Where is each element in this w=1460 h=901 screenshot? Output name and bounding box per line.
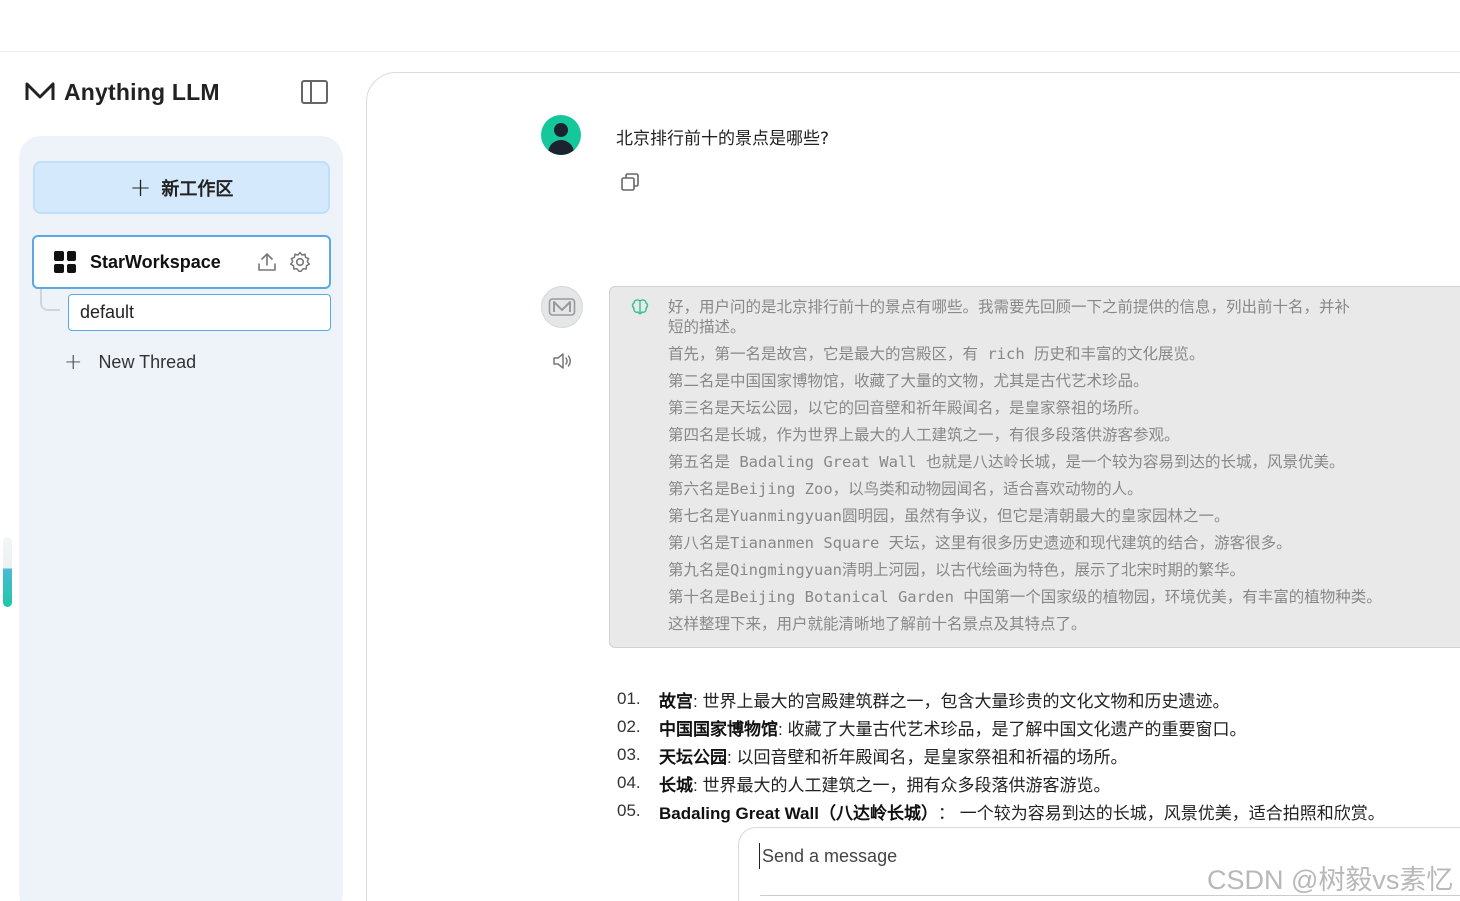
copy-icon[interactable]	[620, 172, 640, 192]
list-item: 04. 长城 : 世界最大的人工建筑之一，拥有众多段落供游客游览。	[617, 769, 1385, 797]
answer-list: 01. 故宫 : 世界上最大的宫殿建筑群之一，包含大量珍贵的文化文物和历史遗迹。…	[617, 685, 1385, 825]
list-item-name: 故宫	[659, 691, 693, 711]
list-item: 05. Badaling Great Wall（八达岭长城） ： 一个较为容易到…	[617, 797, 1385, 825]
thinking-line: 第十名是Beijing Botanical Garden 中国第一个国家级的植物…	[668, 588, 1382, 606]
scroll-indicator[interactable]	[3, 537, 12, 607]
thinking-line: 第九名是Qingmingyuan清明上河园，以古代绘画为特色，展示了北宋时期的繁…	[668, 561, 1245, 579]
thinking-line: 第八名是Tiananmen Square 天坛，这里有很多历史遗迹和现代建筑的结…	[668, 534, 1292, 552]
brand-logo: Anything LLM	[24, 78, 220, 106]
thinking-line: 好，用户问的是北京排行前十的景点有哪些。我需要先回顾一下之前提供的信息，列出前十…	[668, 298, 1351, 316]
list-item-desc: : 世界上最大的宫殿建筑群之一，包含大量珍贵的文化文物和历史遗迹。	[693, 691, 1230, 711]
assistant-avatar	[541, 286, 583, 328]
list-item: 02. 中国国家博物馆 : 收藏了大量古代艺术珍品，是了解中国文化遗产的重要窗口…	[617, 713, 1385, 741]
list-item-name: 天坛公园	[659, 747, 727, 767]
thinking-line: 首先，第一名是故宫，它是最大的宫殿区，有 rich 历史和丰富的文化展览。	[668, 345, 1205, 363]
new-thread-label: New Thread	[98, 351, 197, 372]
thinking-line: 第六名是Beijing Zoo，以鸟类和动物园闻名，适合喜欢动物的人。	[668, 480, 1143, 498]
watermark: CSDN @树毅vs素忆	[1207, 865, 1454, 895]
list-item: 01. 故宫 : 世界上最大的宫殿建筑群之一，包含大量珍贵的文化文物和历史遗迹。	[617, 685, 1385, 713]
workspace-item[interactable]: StarWorkspace	[32, 235, 331, 289]
thread-item-default[interactable]: default	[68, 294, 331, 331]
thinking-line: 第五名是 Badaling Great Wall 也就是八达岭长城，是一个较为容…	[668, 453, 1345, 471]
new-workspace-label: 新工作区	[161, 178, 234, 200]
grid-icon	[54, 251, 76, 273]
list-number: 03.	[617, 745, 641, 764]
thinking-line: 第三名是天坛公园，以它的回音壁和祈年殿闻名，是皇家祭祖的场所。	[668, 399, 1149, 417]
list-item-name: 中国国家博物馆	[659, 719, 778, 739]
list-item-desc: : 以回音壁和祈年殿闻名，是皇家祭祖和祈福的场所。	[727, 747, 1128, 767]
sidebar-toggle-button[interactable]	[301, 80, 328, 104]
thinking-line: 第四名是长城，作为世界上最大的人工建筑之一，有很多段落供游客参观。	[668, 426, 1180, 444]
list-item-name: 长城	[659, 775, 693, 795]
user-message: 北京排行前十的景点是哪些?	[616, 129, 830, 149]
thinking-line: 短的描述。	[668, 318, 746, 336]
workspace-name: StarWorkspace	[90, 251, 221, 272]
anything-llm-logo-icon	[25, 82, 55, 100]
speaker-icon[interactable]	[551, 350, 573, 372]
brand-name: Anything LLM	[64, 78, 220, 105]
plus-icon: +	[64, 349, 83, 375]
list-number: 01.	[617, 689, 641, 708]
anything-llm-logo-icon	[548, 298, 576, 316]
upload-icon[interactable]	[256, 251, 278, 273]
thinking-line: 第七名是Yuanmingyuan圆明园，虽然有争议，但它是清朝最大的皇家园林之一…	[668, 507, 1230, 525]
brain-icon	[631, 299, 649, 315]
list-number: 02.	[617, 717, 641, 736]
new-workspace-button[interactable]: + 新工作区	[33, 161, 330, 214]
new-thread-button[interactable]: + New Thread	[64, 348, 196, 376]
list-item-desc: ： 一个较为容易到达的长城，风景优美，适合拍照和欣赏。	[937, 803, 1385, 823]
list-item-desc: : 收藏了大量古代艺术珍品，是了解中国文化遗产的重要窗口。	[778, 719, 1247, 739]
plus-icon: +	[129, 172, 152, 203]
list-item: 03. 天坛公园 : 以回音壁和祈年殿闻名，是皇家祭祖和祈福的场所。	[617, 741, 1385, 769]
list-number: 04.	[617, 773, 641, 792]
top-bar	[0, 0, 1460, 52]
list-number: 05.	[617, 801, 641, 820]
thinking-text: 好，用户问的是北京排行前十的景点有哪些。我需要先回顾一下之前提供的信息，列出前十…	[668, 297, 1460, 641]
thinking-line: 这样整理下来，用户就能清晰地了解前十名景点及其特点了。	[668, 615, 1087, 633]
gear-icon[interactable]	[288, 250, 312, 274]
list-item-desc: : 世界最大的人工建筑之一，拥有众多段落供游客游览。	[693, 775, 1111, 795]
list-item-name: Badaling Great Wall（八达岭长城）	[659, 803, 938, 823]
user-avatar	[541, 115, 581, 155]
thread-tree-connector	[40, 289, 60, 311]
thinking-line: 第二名是中国国家博物馆，收藏了大量的文物，尤其是古代艺术珍品。	[668, 372, 1149, 390]
